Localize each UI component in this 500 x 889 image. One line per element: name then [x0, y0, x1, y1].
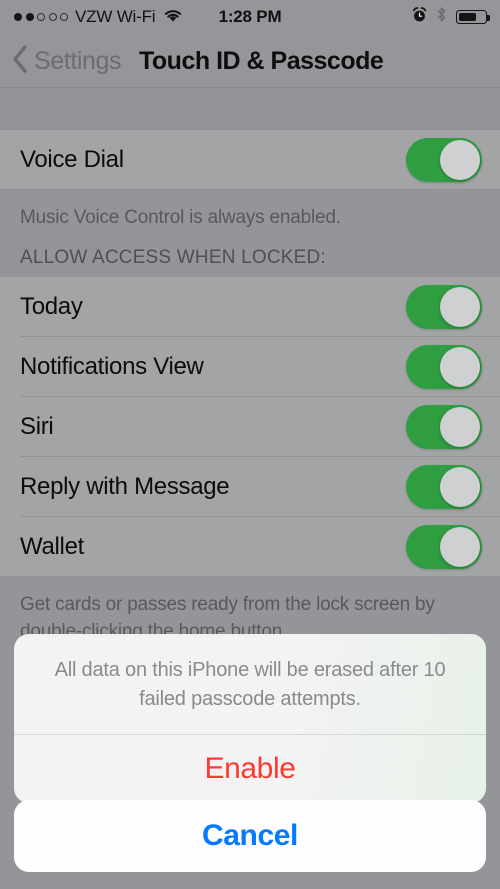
toggle-today[interactable] [406, 285, 482, 329]
toggle-siri[interactable] [406, 405, 482, 449]
toggle-wallet[interactable] [406, 525, 482, 569]
page-title: Touch ID & Passcode [139, 46, 384, 75]
row-wallet[interactable]: Wallet [0, 517, 500, 577]
row-today[interactable]: Today [0, 277, 500, 337]
navigation-bar: Settings Touch ID & Passcode [0, 34, 500, 88]
back-button[interactable]: Settings [11, 44, 122, 79]
row-voice-dial[interactable]: Voice Dial [0, 130, 500, 190]
action-sheet-title: All data on this iPhone will be erased a… [54, 659, 446, 710]
clock-label: 1:28 PM [218, 7, 282, 26]
row-label: Wallet [20, 533, 84, 560]
row-label: Voice Dial [20, 146, 124, 173]
enable-button-label: Enable [204, 752, 296, 785]
section-header-allow-access: ALLOW ACCESS WHEN LOCKED: [20, 247, 326, 268]
row-label: Today [20, 293, 83, 320]
row-label: Siri [20, 413, 54, 440]
back-button-label: Settings [34, 46, 122, 75]
row-label: Notifications View [20, 353, 204, 380]
toggle-voice-dial[interactable] [406, 138, 482, 182]
bluetooth-icon [436, 6, 447, 28]
battery-icon [456, 10, 490, 24]
alarm-clock-icon [412, 6, 427, 28]
toggle-notifications-view[interactable] [406, 345, 482, 389]
enable-button[interactable]: Enable [14, 735, 486, 803]
row-label: Reply with Message [20, 473, 230, 500]
iphone-screen: VZW Wi-Fi 1:28 PM Settings Touch ID & Pa… [0, 0, 500, 889]
section-gap-top [0, 88, 500, 130]
toggle-reply-with-message[interactable] [406, 465, 482, 509]
footer-voice-dial: Music Voice Control is always enabled. [20, 207, 341, 228]
chevron-left-icon [11, 44, 29, 79]
action-sheet: All data on this iPhone will be erased a… [14, 634, 486, 803]
status-bar-right [412, 0, 490, 34]
cancel-button-label: Cancel [202, 819, 298, 852]
status-bar: VZW Wi-Fi 1:28 PM [0, 0, 500, 34]
row-notifications-view[interactable]: Notifications View [0, 337, 500, 397]
row-siri[interactable]: Siri [0, 397, 500, 457]
cancel-button[interactable]: Cancel [14, 800, 486, 872]
row-reply-with-message[interactable]: Reply with Message [0, 457, 500, 517]
